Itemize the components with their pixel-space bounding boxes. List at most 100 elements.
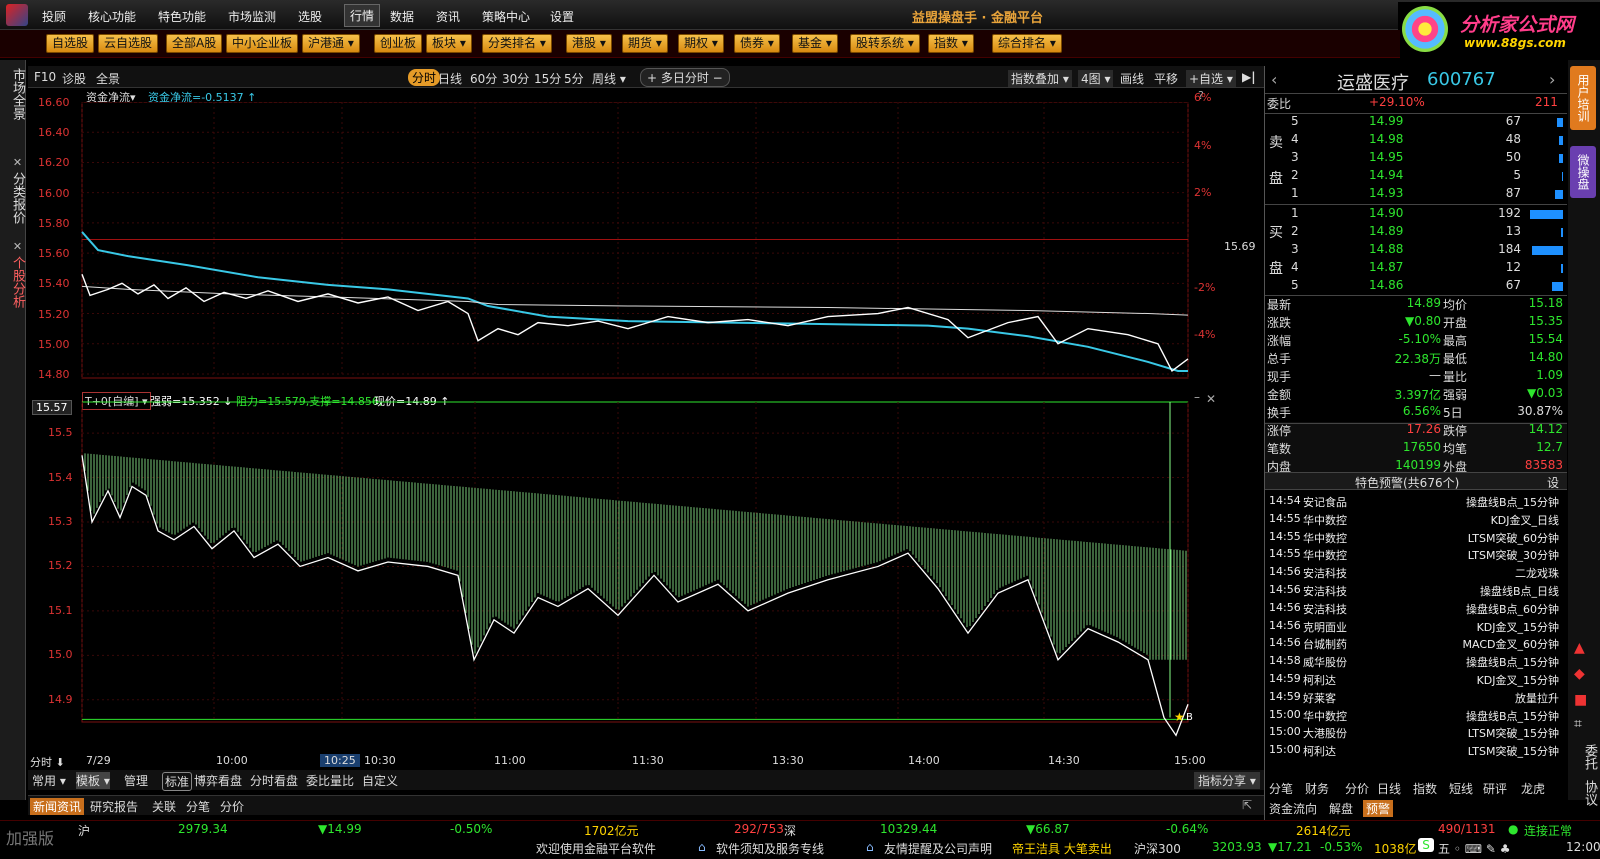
close-icon[interactable]: ✕ (2, 156, 24, 169)
news-tab[interactable]: 研究报告 (90, 798, 138, 815)
indicator-share-button[interactable]: 指标分享 ▾ (1194, 772, 1260, 789)
right-bottom-tab[interactable]: 解盘 (1329, 800, 1353, 817)
ime-tools-icon[interactable]: 五 ◦ ⌨ ✎ ♣ (1438, 840, 1510, 857)
menu-item[interactable]: 数据 (390, 8, 414, 25)
bell-icon[interactable]: ◆ (1574, 666, 1585, 682)
buy-level-row[interactable]: 4 14.87 12 (1265, 260, 1567, 278)
toolbar-button[interactable]: 云自选股 (98, 34, 159, 53)
toolbar-button[interactable]: 指数 ▾ (928, 34, 974, 53)
menu-item[interactable]: 特色功能 (158, 8, 206, 25)
bottom-tab[interactable]: 常用 ▾ (32, 772, 66, 789)
sell-level-row[interactable]: 4 14.98 48 (1265, 132, 1567, 150)
f10-button[interactable]: F10 (34, 70, 56, 84)
bottom-tab[interactable]: 博弈看盘 (194, 772, 242, 789)
toolbar-button[interactable]: 分类排名 ▾ (482, 34, 552, 53)
ticker-disclaimer[interactable]: 友情提醒及公司声明 (884, 840, 992, 857)
alert-row[interactable]: 14:54 安记食品 操盘线B点_15分钟 (1269, 494, 1563, 511)
period-tab[interactable]: 5分 (564, 70, 584, 87)
buy-level-row[interactable]: 1 14.90 192 (1265, 206, 1567, 224)
chart-control-button[interactable]: +自选 ▾ (1186, 70, 1236, 87)
tab-category-quotes[interactable]: 分类报价 (2, 172, 25, 224)
right-bottom-tab[interactable]: 财务 (1305, 780, 1329, 797)
news-tab[interactable]: 新闻资讯 (30, 798, 85, 815)
tab-micro-trading[interactable]: 微操盘 (1570, 146, 1596, 198)
multiday-button[interactable]: + 多日分时 − (640, 68, 730, 87)
time-axis-label[interactable]: 分时 ⬇ (30, 754, 65, 770)
menu-item[interactable]: 设置 (550, 8, 574, 25)
right-bottom-tab[interactable]: 龙虎 (1521, 780, 1545, 797)
ticker-notice[interactable]: 软件须知及服务专线 (716, 840, 824, 857)
alert-row[interactable]: 14:56 台城制药 MACD金叉_60分钟 (1269, 636, 1563, 653)
toolbar-button[interactable]: 期货 ▾ (622, 34, 668, 53)
toolbar-button[interactable]: 中小企业板 (226, 34, 299, 53)
alert-row[interactable]: 14:59 柯利达 KDJ金叉_15分钟 (1269, 672, 1563, 689)
alert-row[interactable]: 14:56 安洁科技 操盘线B点_日线 (1269, 583, 1563, 600)
tab-agreement[interactable]: 协议 (1574, 780, 1597, 806)
alert-row[interactable]: 14:55 华中数控 KDJ金叉_日线 (1269, 512, 1563, 529)
alert-row[interactable]: 14:56 克明面业 KDJ金叉_15分钟 (1269, 619, 1563, 636)
period-tab[interactable]: 日线 (438, 70, 462, 87)
toolbar-button[interactable]: 沪港通 ▾ (302, 34, 360, 53)
sell-level-row[interactable]: 1 14.93 87 (1265, 186, 1567, 204)
bottom-tab[interactable]: 标准 (162, 772, 193, 791)
tab-entrust[interactable]: 委托 (1574, 744, 1597, 770)
toolbar-button[interactable]: 债券 ▾ (734, 34, 780, 53)
alert-row[interactable]: 15:00 大港股份 LTSM突破_15分钟 (1269, 725, 1563, 742)
bottom-tab[interactable]: 管理 (124, 772, 148, 789)
tab-market-overview[interactable]: 市场全景 (2, 68, 25, 120)
alert-row[interactable]: 15:00 华中数控 操盘线B点_15分钟 (1269, 708, 1563, 725)
alert-settings-button[interactable]: 设 (1547, 474, 1559, 491)
menu-item[interactable]: 行情 (344, 4, 381, 27)
alert-row[interactable]: 14:58 威华股份 操盘线B点_15分钟 (1269, 654, 1563, 671)
next-stock-icon[interactable]: › (1549, 70, 1555, 89)
chart-control-button[interactable]: 指数叠加 ▾ (1008, 70, 1072, 87)
menu-item[interactable]: 核心功能 (88, 8, 136, 25)
collapse-icon[interactable]: ▶| (1242, 70, 1256, 84)
alert-icon[interactable]: ▲ (1574, 640, 1585, 656)
expand-icon[interactable]: ⇱ (1242, 798, 1252, 812)
period-tab[interactable]: 分时 (408, 69, 441, 86)
period-tab[interactable]: 30分 (502, 70, 529, 87)
ime-icon[interactable]: S (1418, 838, 1434, 852)
chart-control-button[interactable]: 平移 (1154, 70, 1178, 87)
alert-row[interactable]: 14:59 好莱客 放量拉升 (1269, 690, 1563, 707)
news-tab[interactable]: 分笔 (186, 798, 210, 815)
close-icon[interactable]: ✕ (2, 240, 24, 253)
tab-stock-analysis[interactable]: 个股分析 (2, 256, 25, 308)
calc-icon[interactable]: ■ (1574, 692, 1587, 708)
alert-row[interactable]: 14:55 华中数控 LTSM突破_60分钟 (1269, 530, 1563, 547)
right-bottom-tab[interactable]: 短线 (1449, 780, 1473, 797)
period-tab[interactable]: 15分 (534, 70, 561, 87)
alert-row[interactable]: 14:56 安洁科技 操盘线B点_60分钟 (1269, 601, 1563, 618)
toolbar-button[interactable]: 期权 ▾ (678, 34, 724, 53)
bottom-tab[interactable]: 委比量比 (306, 772, 354, 789)
alert-row[interactable]: 14:56 安洁科技 二龙戏珠 (1269, 565, 1563, 582)
menu-item[interactable]: 选股 (298, 8, 322, 25)
right-bottom-tab[interactable]: 日线 (1377, 780, 1401, 797)
toolbar-button[interactable]: 创业板 (374, 34, 423, 53)
sell-level-row[interactable]: 3 14.95 50 (1265, 150, 1567, 168)
buy-level-row[interactable]: 3 14.88 184 (1265, 242, 1567, 260)
right-bottom-tab[interactable]: 研评 (1483, 780, 1507, 797)
news-tab[interactable]: 分价 (220, 798, 244, 815)
alert-row[interactable]: 14:55 华中数控 LTSM突破_30分钟 (1269, 547, 1563, 564)
toolbar-button[interactable]: 板块 ▾ (426, 34, 472, 53)
overview-button[interactable]: 全景 (96, 70, 120, 87)
tab-user-training[interactable]: 用户培训 (1570, 66, 1596, 130)
toolbar-button[interactable]: 全部A股 (166, 34, 223, 53)
right-bottom-tab[interactable]: 指数 (1413, 780, 1437, 797)
crop-icon[interactable]: ⌗ (1574, 716, 1582, 732)
right-bottom-tab[interactable]: 分价 (1345, 780, 1369, 797)
diagnose-button[interactable]: 诊股 (62, 70, 86, 87)
menu-item[interactable]: 市场监测 (228, 8, 276, 25)
sell-level-row[interactable]: 2 14.94 5 (1265, 168, 1567, 186)
prev-stock-icon[interactable]: ‹ (1271, 70, 1277, 89)
menu-item[interactable]: 投顾 (42, 8, 66, 25)
toolbar-button[interactable]: 基金 ▾ (792, 34, 838, 53)
right-bottom-tab[interactable]: 预警 (1363, 800, 1394, 817)
chart-control-button[interactable]: 4图 ▾ (1078, 70, 1114, 87)
menu-item[interactable]: 策略中心 (482, 8, 530, 25)
period-tab[interactable]: 60分 (470, 70, 497, 87)
bottom-tab[interactable]: 自定义 (362, 772, 398, 789)
toolbar-button[interactable]: 综合排名 ▾ (992, 34, 1062, 53)
